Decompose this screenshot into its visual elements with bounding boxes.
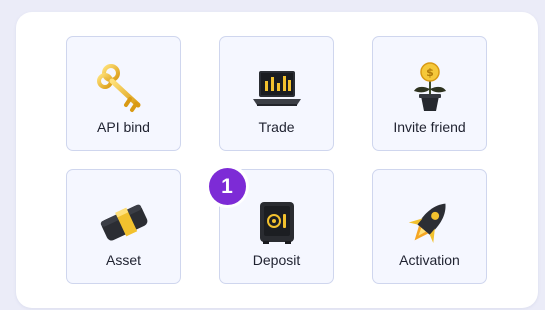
safe-icon [247, 192, 307, 252]
coin-plant-icon: $ [400, 59, 460, 119]
invite-friend-label: Invite friend [393, 119, 466, 135]
laptop-chart-icon [247, 59, 307, 119]
step-number: 1 [208, 167, 246, 205]
activation-label: Activation [399, 252, 460, 268]
trade-label: Trade [258, 119, 295, 135]
wallet-icon [94, 192, 154, 252]
api-bind-label: API bind [97, 119, 150, 135]
svg-text:$: $ [426, 66, 434, 79]
trade-tile[interactable]: Trade [219, 36, 334, 151]
asset-label: Asset [105, 252, 141, 268]
rocket-icon [400, 192, 460, 252]
invite-friend-tile[interactable]: $ Invite friend [372, 36, 487, 151]
step-badge: 1 [205, 164, 249, 208]
key-icon [94, 59, 154, 119]
asset-tile[interactable]: Asset [66, 169, 181, 284]
deposit-label: Deposit [252, 252, 301, 268]
api-bind-tile[interactable]: API bind [66, 36, 181, 151]
activation-tile[interactable]: Activation [372, 169, 487, 284]
